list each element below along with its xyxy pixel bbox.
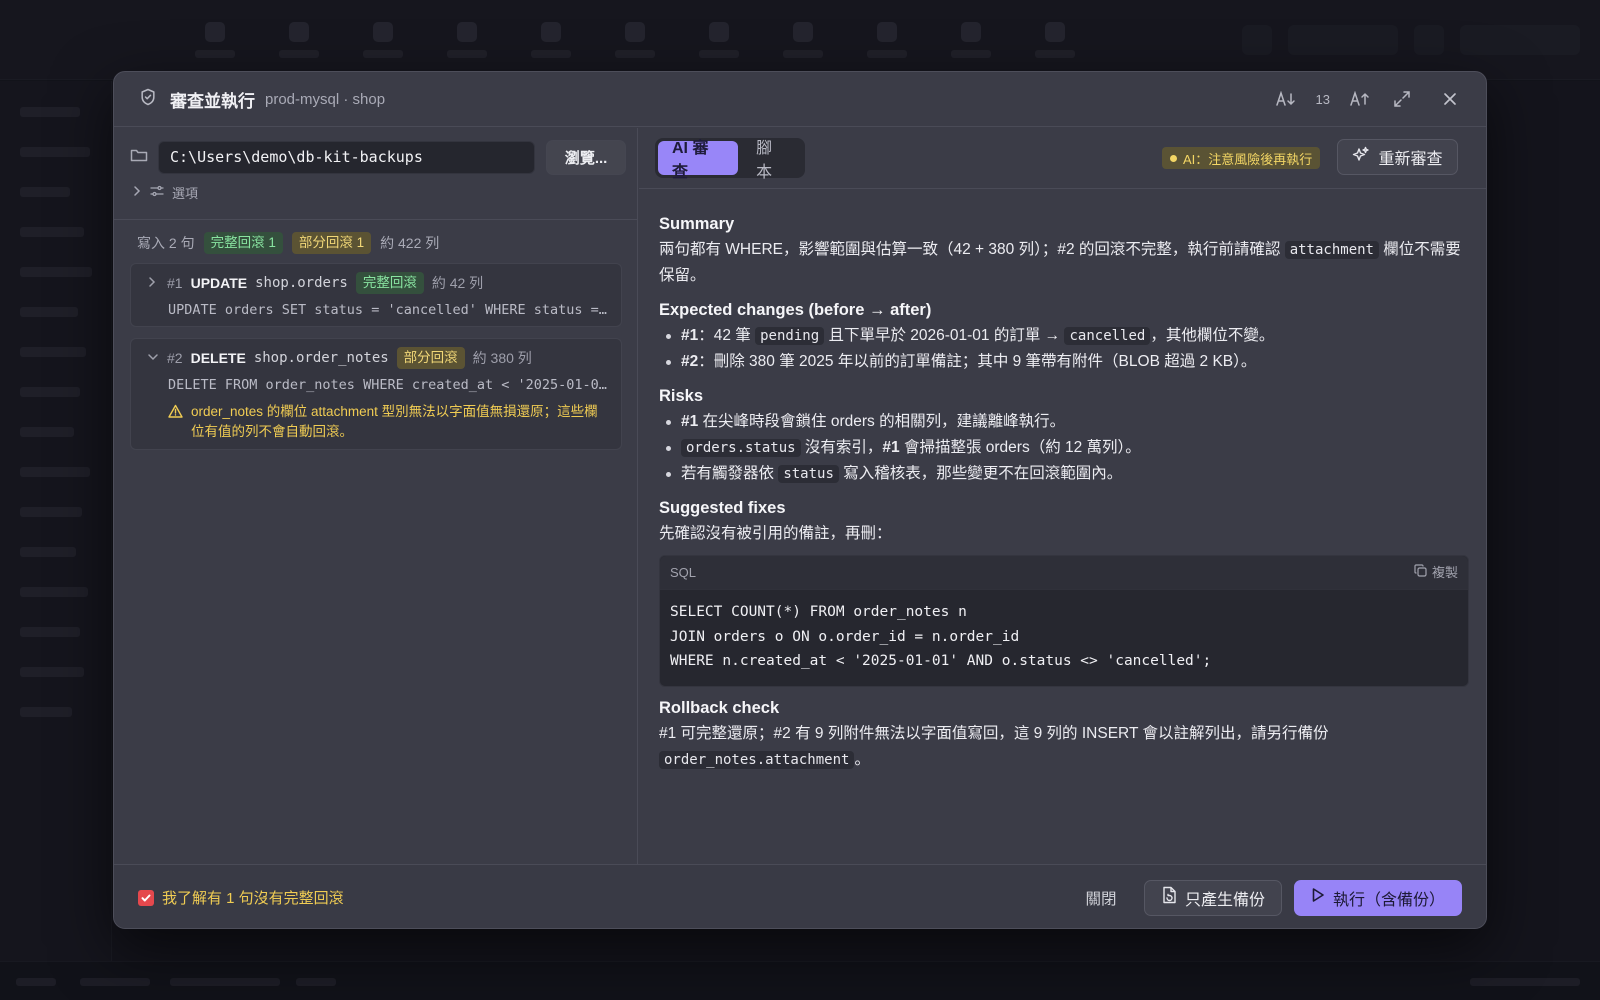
font-size-decrease-button[interactable] [1274, 87, 1298, 111]
rollback-badge: 完整回滾 [355, 272, 424, 294]
statements-pane: 瀏覽... 選項 寫入 2 句 完整回滾 1 部分回滾 1 約 422 列 #1 [114, 128, 638, 864]
divider [639, 188, 1486, 189]
suggested-fixes-text: 先確認沒有被引用的備註，再刪： [659, 525, 892, 542]
ai-status-badge: AI：注意風險後再執行 [1162, 147, 1321, 169]
dialog-title: 審查並執行 [170, 91, 255, 111]
copy-icon [1414, 560, 1427, 586]
status-dot-icon [1170, 154, 1177, 162]
acknowledge-label: 我了解有 1 句沒有完整回滾 [162, 890, 344, 907]
shield-check-icon [138, 87, 158, 112]
summary-text: 兩句都有 WHERE，影響範圍與估算一致（42 + 380 列）；#2 的回滾不… [659, 241, 1461, 284]
file-backup-icon [1161, 886, 1177, 909]
statement-operation: UPDATE [190, 275, 248, 291]
checkbox-checked-icon[interactable] [138, 889, 154, 906]
sliders-icon [150, 185, 164, 200]
risks-heading: Risks [659, 387, 704, 405]
dialog-header: 審查並執行 prod-mysql · shop 13 [114, 72, 1486, 127]
statement-card[interactable]: #2 DELETE shop.order_notes 部分回滾 約 380 列 … [130, 338, 622, 450]
options-label: 選項 [172, 186, 199, 201]
chevron-right-icon [132, 185, 142, 200]
risks-list: #1 在尖峰時段會鎖住 orders 的相關列，建議離峰執行。 orders.s… [659, 409, 1469, 487]
chevron-down-icon[interactable] [147, 351, 159, 365]
copy-button[interactable]: 複製 [1414, 560, 1458, 586]
backup-path-input[interactable] [158, 140, 536, 174]
sql-code: SELECT COUNT(*) FROM order_notes n JOIN … [670, 604, 1212, 669]
statement-number: #2 [167, 350, 183, 366]
inline-code: cancelled [1064, 327, 1151, 345]
copy-label: 複製 [1431, 564, 1458, 580]
list-item: #2：刪除 380 筆 2025 年以前的訂單備註；其中 9 筆帶有附件（BLO… [659, 349, 1469, 375]
review-execute-dialog: 審查並執行 prod-mysql · shop 13 瀏覽... [113, 71, 1487, 929]
code-block-header: SQL 複製 [660, 556, 1468, 590]
backup-path-row: 瀏覽... [130, 139, 626, 175]
rollback-check-text: #1 可完整還原；#2 有 9 列附件無法以字面值寫回，這 9 列的 INSER… [659, 724, 1329, 769]
warning-text: order_notes 的欄位 attachment 型別無法以字面值無損還原；… [191, 404, 598, 439]
inline-code: status [778, 465, 839, 483]
chevron-right-icon[interactable] [147, 276, 159, 291]
summary-heading: Summary [659, 215, 735, 233]
execute-button[interactable]: 執行（含備份） [1294, 879, 1462, 916]
total-rows-estimate: 約 422 列 [380, 235, 440, 251]
rollback-check-heading: Rollback check [659, 698, 780, 717]
review-pane: AI 審查 腳本 AI：注意風險後再執行 重新審查 Summary 兩句都有 W… [639, 128, 1486, 864]
rollback-warning: order_notes 的欄位 attachment 型別無法以字面值無損還原；… [168, 402, 605, 442]
rereview-label: 重新審查 [1378, 151, 1443, 168]
statement-table: shop.orders [255, 275, 348, 291]
close-icon[interactable] [1438, 87, 1462, 111]
full-rollback-badge: 完整回滾 1 [203, 232, 283, 254]
statement-sql: UPDATE orders SET status = 'cancelled' W… [168, 302, 608, 318]
dialog-connection-label: prod-mysql · shop [265, 90, 386, 108]
inline-code: pending [755, 327, 825, 345]
list-item: #1 在尖峰時段會鎖住 orders 的相關列，建議離峰執行。 [659, 409, 1469, 435]
write-count: 寫入 2 句 [137, 235, 195, 251]
row-estimate: 約 42 列 [431, 275, 484, 291]
inline-code: order_notes.attachment [659, 750, 855, 769]
expected-changes-heading: Expected changes (before → after) [659, 301, 932, 319]
backup-only-label: 只產生備份 [1184, 891, 1265, 909]
row-estimate: 約 380 列 [472, 350, 532, 366]
divider [114, 219, 638, 220]
execute-label: 執行（含備份） [1332, 891, 1445, 909]
play-icon [1311, 887, 1325, 908]
acknowledge-checkbox[interactable]: 我了解有 1 句沒有完整回滾 [138, 887, 344, 908]
close-button[interactable]: 關閉 [1070, 880, 1132, 916]
tab-ai-review[interactable]: AI 審查 [658, 140, 739, 181]
partial-rollback-badge: 部分回滾 1 [291, 232, 372, 254]
backup-only-button[interactable]: 只產生備份 [1144, 879, 1282, 916]
dialog-footer: 我了解有 1 句沒有完整回滾 關閉 只產生備份 執行（含備份） [114, 864, 1486, 928]
statement-summary: 寫入 2 句 完整回滾 1 部分回滾 1 約 422 列 [137, 232, 439, 254]
inline-code: attachment [1284, 241, 1379, 259]
inline-code: orders.status [681, 439, 801, 457]
list-item: orders.status 沒有索引，#1 會掃描整張 orders（約 12 … [659, 435, 1469, 461]
options-toggle[interactable]: 選項 [132, 183, 198, 202]
font-size-value: 13 [1315, 91, 1330, 107]
ai-status-text: AI：注意風險後再執行 [1183, 151, 1313, 167]
statement-header[interactable]: #2 DELETE shop.order_notes 部分回滾 約 380 列 [131, 342, 621, 374]
expected-changes-list: #1：42 筆 pending 且下單早於 2026-01-01 的訂單 → c… [659, 323, 1469, 375]
review-tabs: AI 審查 腳本 [655, 138, 805, 181]
statement-header[interactable]: #1 UPDATE shop.orders 完整回滾 約 42 列 [131, 267, 621, 299]
statement-sql: DELETE FROM order_notes WHERE created_at… [168, 377, 608, 393]
list-item: 若有觸發器依 status 寫入稽核表，那些變更不在回滾範圍內。 [659, 461, 1469, 487]
suggested-fixes-heading: Suggested fixes [659, 499, 786, 517]
statement-number: #1 [167, 275, 183, 291]
maximize-icon[interactable] [1390, 87, 1414, 111]
ai-review-content: Summary 兩句都有 WHERE，影響範圍與估算一致（42 + 380 列）… [659, 211, 1469, 773]
browse-button[interactable]: 瀏覽... [546, 139, 626, 175]
statement-table: shop.order_notes [253, 350, 389, 366]
folder-icon [130, 147, 148, 168]
statement-card[interactable]: #1 UPDATE shop.orders 完整回滾 約 42 列 UPDATE… [130, 263, 622, 327]
code-language-label: SQL [670, 564, 697, 580]
sparkles-icon [1352, 146, 1370, 169]
rereview-button[interactable]: 重新審查 [1337, 139, 1458, 175]
rollback-badge: 部分回滾 [396, 347, 465, 369]
tab-script[interactable]: 腳本 [742, 140, 802, 181]
footer-actions: 關閉 只產生備份 執行（含備份） [1070, 879, 1462, 916]
font-size-increase-button[interactable] [1348, 87, 1372, 111]
list-item: #1：42 筆 pending 且下單早於 2026-01-01 的訂單 → c… [659, 323, 1469, 349]
statement-operation: DELETE [190, 350, 246, 366]
header-tools: 13 [1274, 87, 1462, 111]
warning-icon [168, 404, 183, 442]
sql-code-block: SQL 複製 SELECT COUNT(*) FROM order_notes … [659, 555, 1469, 687]
